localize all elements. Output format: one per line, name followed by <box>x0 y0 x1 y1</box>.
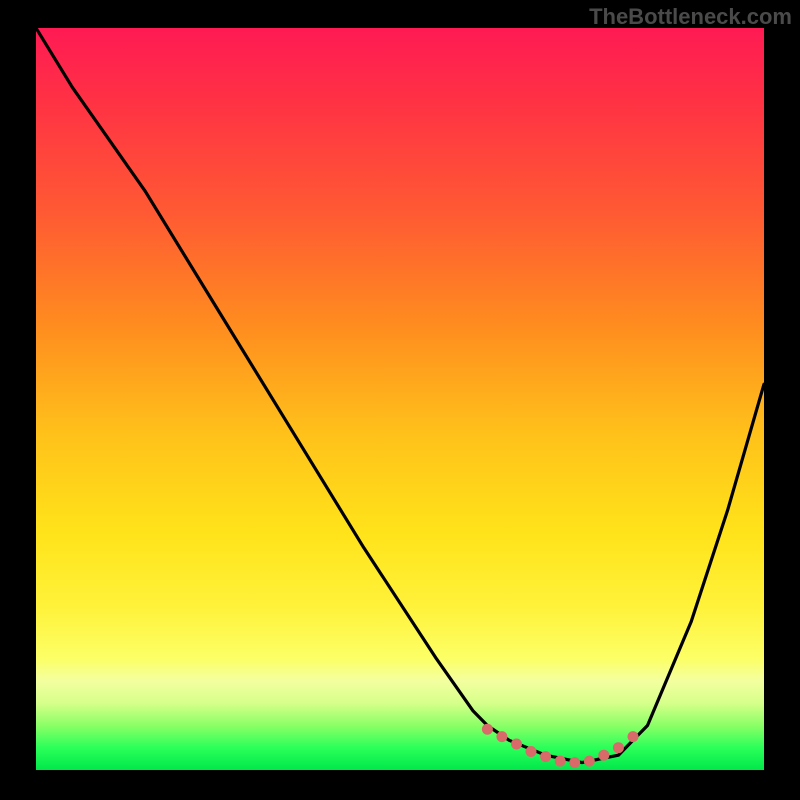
watermark-text: TheBottleneck.com <box>589 4 792 30</box>
marker-dot <box>584 756 595 767</box>
marker-dot <box>496 731 507 742</box>
bottom-marker-dots <box>482 724 639 768</box>
chart-container: TheBottleneck.com <box>0 0 800 800</box>
marker-dot <box>540 751 551 762</box>
marker-dot <box>569 757 580 768</box>
marker-dot <box>482 724 493 735</box>
marker-dot <box>598 750 609 761</box>
marker-dot <box>511 739 522 750</box>
marker-dot <box>555 756 566 767</box>
marker-dot <box>628 731 639 742</box>
marker-dot <box>613 742 624 753</box>
bottleneck-curve <box>36 28 764 763</box>
curve-layer <box>36 28 764 770</box>
marker-dot <box>526 746 537 757</box>
